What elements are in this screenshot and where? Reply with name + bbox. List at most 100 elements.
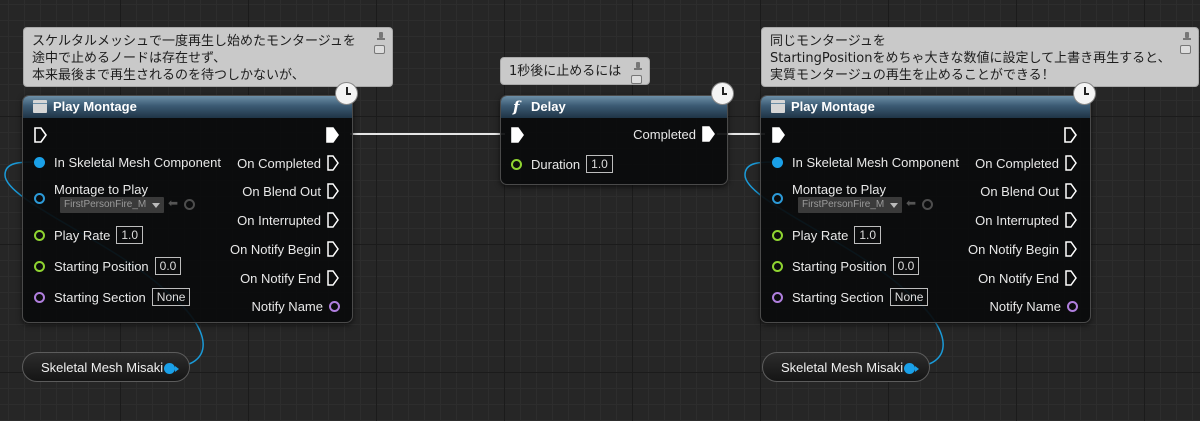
pin-label: On Completed: [237, 155, 321, 171]
pin-icon[interactable]: [376, 32, 386, 42]
pin-label: Notify Name: [251, 298, 323, 314]
starting-section-input[interactable]: None: [151, 288, 191, 306]
pin-label: Starting Position: [54, 258, 149, 274]
comment-line: スケルタルメッシュで一度再生し始めたモンタージュを: [32, 34, 356, 49]
object-pin[interactable]: [904, 363, 919, 374]
pin-icon[interactable]: [633, 62, 643, 72]
name-pin[interactable]: [329, 300, 340, 312]
exec-out-pin[interactable]: [327, 155, 340, 171]
exec-out-pin[interactable]: [1065, 183, 1078, 199]
node-header[interactable]: f Delay: [501, 96, 727, 118]
exec-in-pin[interactable]: [511, 127, 525, 143]
chevron-down-icon: [890, 203, 898, 208]
float-pin[interactable]: [511, 158, 522, 170]
exec-out-pin[interactable]: [326, 127, 340, 143]
node-title: Play Montage: [791, 99, 875, 114]
pin-label: Play Rate: [54, 227, 111, 243]
browse-search-icon[interactable]: [184, 199, 195, 210]
play-rate-row: Play Rate 1.0: [772, 225, 882, 245]
exec-out-pin[interactable]: [1065, 270, 1078, 286]
object-pin[interactable]: [772, 156, 783, 168]
exec-out-pin[interactable]: [327, 183, 340, 199]
function-icon: f: [513, 98, 520, 116]
montage-icon: [771, 100, 785, 113]
dropdown-value: FirstPersonFire_M: [802, 199, 885, 210]
montage-pin[interactable]: [772, 193, 783, 204]
comment-bubble-icon[interactable]: [631, 75, 642, 84]
exec-out-pin[interactable]: [1065, 155, 1078, 171]
object-pin[interactable]: [34, 156, 45, 168]
name-pin[interactable]: [34, 291, 45, 303]
exec-out-pin[interactable]: [1065, 241, 1078, 257]
pin-label: Duration: [531, 156, 581, 172]
latent-clock-icon: [1073, 82, 1096, 105]
pin-label: Notify Name: [989, 298, 1061, 314]
on-notify-begin-row: On Notify Begin: [230, 239, 340, 259]
duration-row: Duration 1.0: [511, 154, 613, 174]
on-blend-out-row: On Blend Out: [242, 181, 340, 201]
exec-out-pin[interactable]: [327, 241, 340, 257]
on-completed-row: On Completed: [975, 153, 1078, 173]
montage-dropdown[interactable]: FirstPersonFire_M: [798, 197, 902, 213]
exec-out-pin[interactable]: [1064, 127, 1078, 143]
in-skeletal-mesh-row: In Skeletal Mesh Component: [772, 152, 959, 172]
chevron-down-icon: [152, 203, 160, 208]
pin-label: Montage to Play: [54, 181, 148, 197]
skeletal-mesh-variable-node-2[interactable]: Skeletal Mesh Misaki: [762, 352, 930, 382]
node-title: Play Montage: [53, 99, 137, 114]
variable-label: Skeletal Mesh Misaki: [41, 360, 164, 375]
on-notify-end-row: On Notify End: [978, 268, 1078, 288]
montage-to-play-row: Montage to Play: [772, 179, 886, 199]
float-pin[interactable]: [34, 229, 45, 241]
starting-section-input[interactable]: None: [889, 288, 929, 306]
exec-in-pin[interactable]: [772, 127, 786, 143]
montage-pin[interactable]: [34, 193, 45, 204]
montage-icon: [33, 100, 47, 113]
node-header[interactable]: Play Montage: [23, 96, 352, 118]
use-selected-arrow-icon[interactable]: ⬅: [906, 196, 916, 210]
in-skeletal-mesh-row: In Skeletal Mesh Component: [34, 152, 221, 172]
starting-position-row: Starting Position 0.0: [772, 256, 920, 276]
variable-label: Skeletal Mesh Misaki: [781, 360, 904, 375]
starting-position-input[interactable]: 0.0: [892, 257, 920, 275]
pin-label: On Notify Begin: [967, 241, 1059, 257]
play-rate-input[interactable]: 1.0: [116, 226, 144, 244]
pin-label: Starting Section: [54, 289, 146, 305]
exec-out-pin[interactable]: [702, 126, 716, 142]
play-rate-input[interactable]: 1.0: [854, 226, 882, 244]
montage-dropdown[interactable]: FirstPersonFire_M: [60, 197, 164, 213]
pin-label: In Skeletal Mesh Component: [792, 154, 959, 170]
starting-section-row: Starting Section None: [772, 287, 929, 307]
exec-out-pin[interactable]: [327, 212, 340, 228]
on-interrupted-row: On Interrupted: [237, 210, 340, 230]
node-header[interactable]: Play Montage: [761, 96, 1090, 118]
duration-input[interactable]: 1.0: [586, 155, 613, 173]
pin-label: In Skeletal Mesh Component: [54, 154, 221, 170]
object-pin[interactable]: [164, 363, 179, 374]
exec-in-pin[interactable]: [34, 127, 48, 143]
name-pin[interactable]: [1067, 300, 1078, 312]
delay-completed-row: Completed: [633, 124, 716, 144]
on-notify-begin-row: On Notify Begin: [968, 239, 1078, 259]
pin-label: On Notify End: [240, 270, 321, 286]
float-pin[interactable]: [34, 260, 45, 272]
exec-out-pin[interactable]: [327, 270, 340, 286]
float-pin[interactable]: [772, 260, 783, 272]
notify-name-row: Notify Name: [251, 296, 340, 316]
starting-position-row: Starting Position 0.0: [34, 256, 182, 276]
pin-label: On Blend Out: [980, 183, 1059, 199]
comment-bubble-2: 1秒後に止めるには: [500, 57, 650, 85]
browse-search-icon[interactable]: [922, 199, 933, 210]
comment-bubble-icon[interactable]: [1180, 45, 1191, 54]
skeletal-mesh-variable-node-1[interactable]: Skeletal Mesh Misaki: [22, 352, 190, 382]
exec-out-pin[interactable]: [1065, 212, 1078, 228]
name-pin[interactable]: [772, 291, 783, 303]
float-pin[interactable]: [772, 229, 783, 241]
comment-bubble-icon[interactable]: [374, 45, 385, 54]
pin-icon[interactable]: [1182, 32, 1192, 42]
use-selected-arrow-icon[interactable]: ⬅: [168, 196, 178, 210]
on-completed-row: On Completed: [237, 153, 340, 173]
starting-position-input[interactable]: 0.0: [154, 257, 182, 275]
pin-label: Completed: [633, 126, 696, 142]
comment-line: 実質モンタージュの再生を止めることができる！: [770, 68, 1055, 83]
